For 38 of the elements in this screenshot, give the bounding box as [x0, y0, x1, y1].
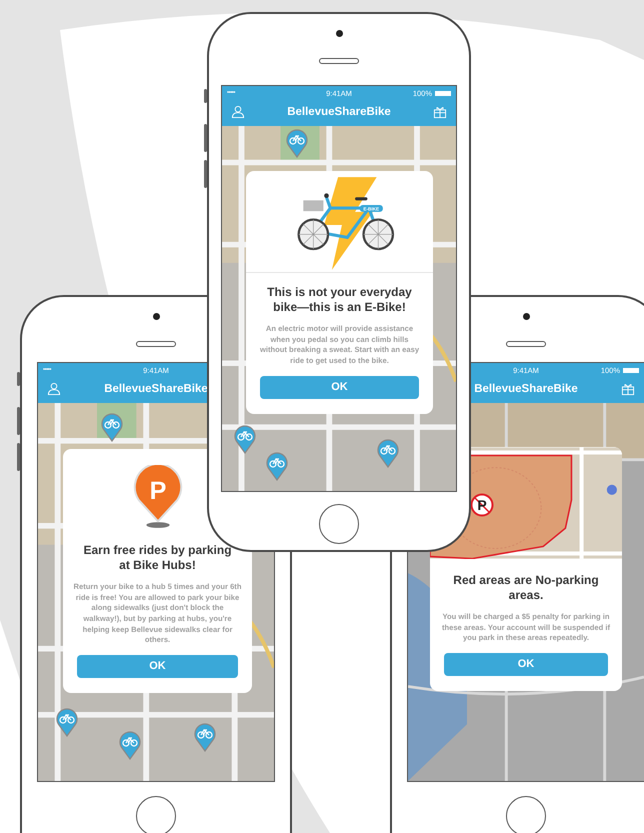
bike-pin-icon[interactable]	[286, 128, 308, 158]
bike-pin-icon[interactable]	[56, 707, 78, 737]
speaker-grille	[136, 341, 176, 347]
side-button[interactable]	[17, 372, 20, 386]
person-icon[interactable]	[231, 105, 245, 119]
home-button[interactable]	[506, 796, 546, 833]
side-button[interactable]	[17, 443, 20, 471]
camera-dot	[153, 313, 160, 320]
side-button[interactable]	[204, 160, 207, 188]
bike-pin-icon[interactable]	[119, 730, 141, 760]
bike-pin-icon[interactable]	[266, 451, 288, 481]
camera-dot	[523, 313, 530, 320]
bike-pin-icon[interactable]	[194, 722, 216, 752]
side-button[interactable]	[17, 407, 20, 435]
side-button[interactable]	[204, 124, 207, 152]
speaker-grille	[506, 341, 546, 347]
bike-pin-icon[interactable]	[234, 424, 256, 454]
bike-pin-icon[interactable]	[101, 412, 123, 442]
ok-button[interactable]: OK	[260, 376, 419, 398]
ok-button[interactable]: OK	[444, 652, 608, 676]
battery-icon	[435, 90, 452, 96]
gift-icon[interactable]	[621, 382, 635, 396]
dialog-title: Earn free rides by parking at Bike Hubs!	[82, 543, 233, 573]
app-title: BellevueShareBike	[474, 383, 578, 395]
battery-icon	[623, 368, 640, 372]
home-button[interactable]	[319, 504, 359, 544]
bike-pin-icon[interactable]	[377, 438, 399, 468]
dialog-title: This is not your everyday bike—this is an E-Bike!	[266, 285, 413, 315]
app-title: BellevueShareBike	[104, 383, 208, 395]
gift-icon[interactable]	[433, 105, 447, 119]
side-button[interactable]	[204, 89, 207, 103]
speaker-grille	[319, 58, 359, 64]
dialog-title: Red areas are No-parking areas.	[452, 573, 600, 603]
home-button[interactable]	[136, 796, 176, 833]
app-title: BellevueShareBike	[287, 106, 391, 118]
camera-dot	[336, 30, 343, 37]
person-icon[interactable]	[47, 382, 61, 396]
ok-button[interactable]: OK	[77, 654, 238, 678]
